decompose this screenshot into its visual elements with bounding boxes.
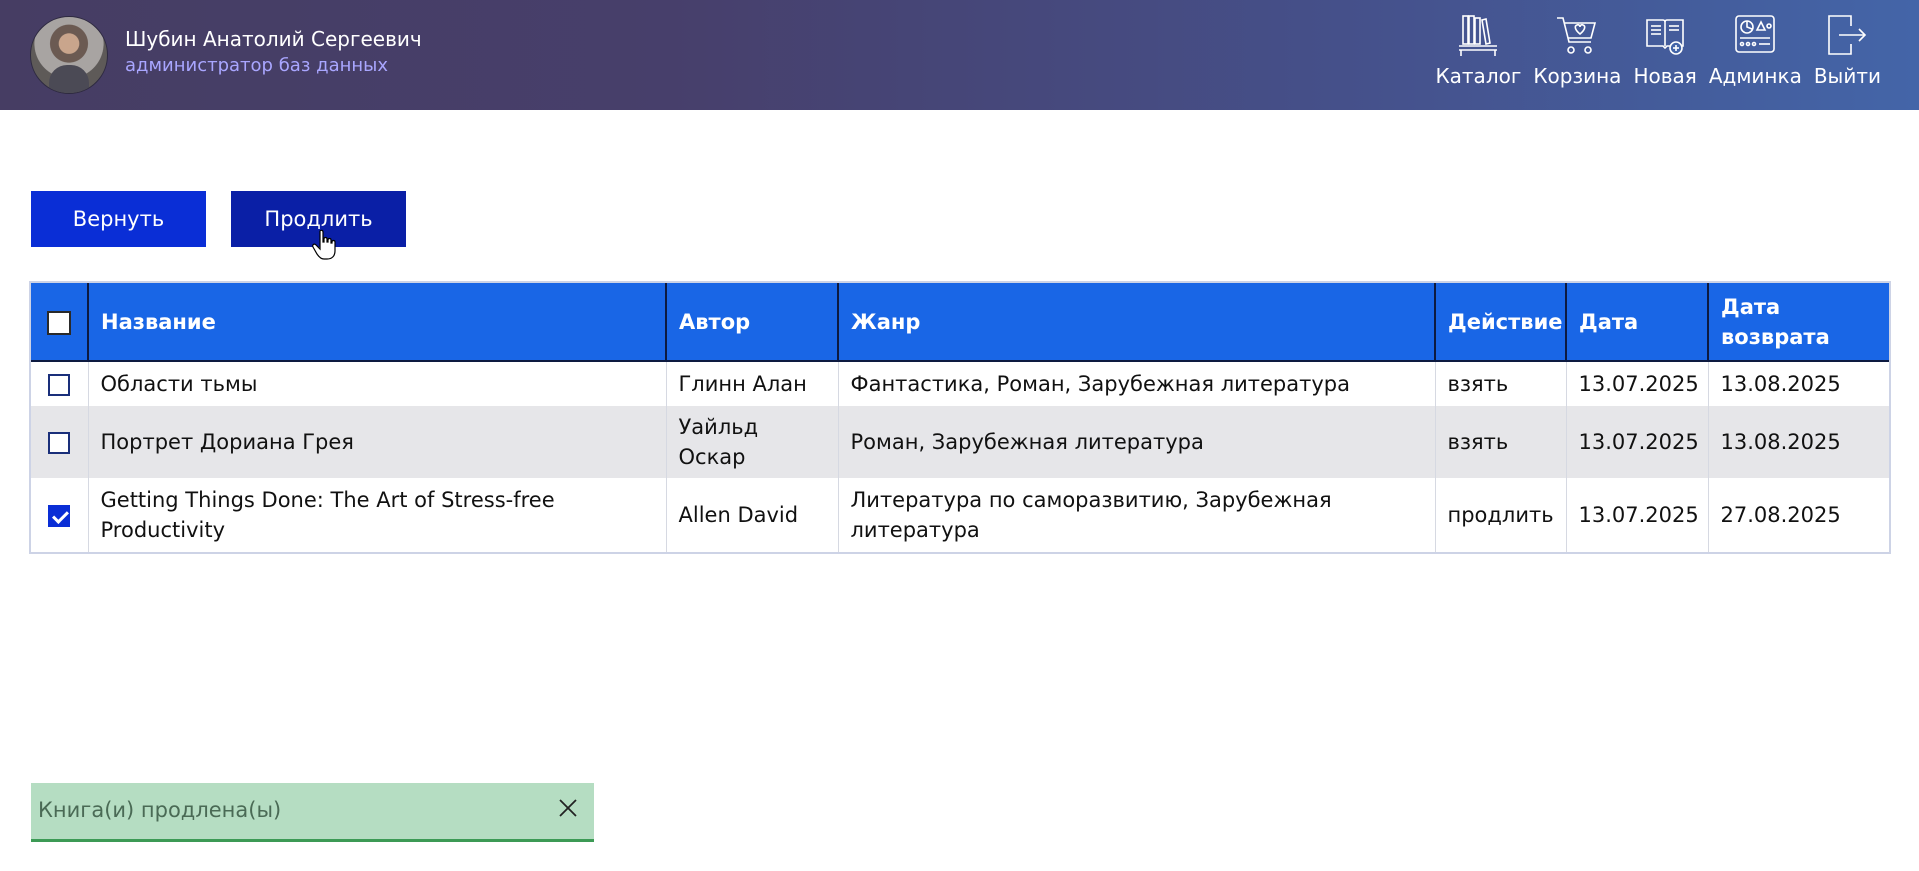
column-header-genre[interactable]: Жанр xyxy=(838,283,1436,362)
nav-logout-label: Выйти xyxy=(1813,64,1881,88)
return-button[interactable]: Вернуть xyxy=(31,191,206,247)
cell-genre: Роман, Зарубежная литература xyxy=(838,406,1436,478)
cell-date: 13.07.2025 xyxy=(1566,406,1709,478)
table-row[interactable]: Getting Things Done: The Art of Stress-f… xyxy=(31,478,1889,552)
row-checkbox[interactable] xyxy=(48,432,71,454)
nav-admin[interactable]: Админка xyxy=(1703,12,1808,88)
cell-author: Глинн Алан xyxy=(666,361,839,406)
hand-cursor-icon xyxy=(312,229,336,260)
column-header-author[interactable]: Автор xyxy=(666,283,839,362)
nav-cart-label: Корзина xyxy=(1533,64,1622,88)
loans-table: Название Автор Жанр Действие Дата Дата в… xyxy=(29,281,1891,554)
user-role: администратор баз данных xyxy=(125,55,389,76)
main-nav: Каталог Корзина Новая Админка Выйти xyxy=(1429,12,1887,88)
nav-catalog-label: Каталог xyxy=(1435,64,1522,88)
nav-admin-label: Админка xyxy=(1708,64,1802,88)
nav-cart[interactable]: Корзина xyxy=(1527,12,1627,88)
cell-action: взять xyxy=(1435,361,1567,406)
cell-author: Уайльд Оскар xyxy=(666,406,839,478)
row-select-cell xyxy=(31,478,89,552)
cell-author: Allen David xyxy=(666,478,839,552)
row-checkbox-checked[interactable] xyxy=(48,505,71,527)
row-checkbox[interactable] xyxy=(48,374,71,396)
logout-icon xyxy=(1828,15,1867,55)
user-name: Шубин Анатолий Сергеевич xyxy=(125,27,422,51)
cell-title: Портрет Дориана Грея xyxy=(88,406,667,478)
avatar xyxy=(30,16,108,94)
column-header-date[interactable]: Дата xyxy=(1566,283,1709,362)
cart-icon xyxy=(1557,17,1597,54)
cell-genre: Литература по саморазвитию, Зарубежная л… xyxy=(838,478,1436,552)
nav-logout[interactable]: Выйти xyxy=(1808,12,1887,88)
select-all-checkbox[interactable] xyxy=(47,310,71,335)
cell-return-date: 13.08.2025 xyxy=(1708,406,1889,478)
table-row[interactable]: Портрет Дориана Грея Уайльд Оскар Роман,… xyxy=(31,406,1889,478)
column-header-title[interactable]: Название xyxy=(88,283,667,362)
dashboard-icon xyxy=(1735,15,1776,53)
top-header: Шубин Анатолий Сергеевич администратор б… xyxy=(0,0,1919,110)
column-header-return-date[interactable]: Дата возврата xyxy=(1708,283,1889,362)
new-book-icon xyxy=(1646,19,1684,55)
nav-new-label: Новая xyxy=(1633,64,1697,88)
cell-title: Области тьмы xyxy=(88,361,667,406)
cell-date: 13.07.2025 xyxy=(1566,478,1709,552)
cell-return-date: 27.08.2025 xyxy=(1708,478,1889,552)
cell-return-date: 13.08.2025 xyxy=(1708,361,1889,406)
cell-action: взять xyxy=(1435,406,1567,478)
app-root: Шубин Анатолий Сергеевич администратор б… xyxy=(0,0,1919,871)
cell-title: Getting Things Done: The Art of Stress-f… xyxy=(88,478,667,552)
nav-catalog[interactable]: Каталог xyxy=(1429,12,1527,88)
cell-action: продлить xyxy=(1435,478,1567,552)
row-select-cell xyxy=(31,406,89,478)
column-header-action[interactable]: Действие xyxy=(1435,283,1567,362)
table-row[interactable]: Области тьмы Глинн Алан Фантастика, Рома… xyxy=(31,361,1889,406)
header-select-cell xyxy=(31,283,89,362)
nav-new[interactable]: Новая xyxy=(1627,12,1702,88)
bookshelf-icon xyxy=(1459,15,1498,56)
success-toast: Книга(и) продлена(ы) xyxy=(31,783,594,842)
cell-date: 13.07.2025 xyxy=(1566,361,1709,406)
cell-genre: Фантастика, Роман, Зарубежная литература xyxy=(838,361,1436,406)
table-header-row: Название Автор Жанр Действие Дата Дата в… xyxy=(31,283,1889,362)
close-icon[interactable] xyxy=(556,796,580,820)
toast-message: Книга(и) продлена(ы) xyxy=(38,798,282,822)
row-select-cell xyxy=(31,361,89,406)
